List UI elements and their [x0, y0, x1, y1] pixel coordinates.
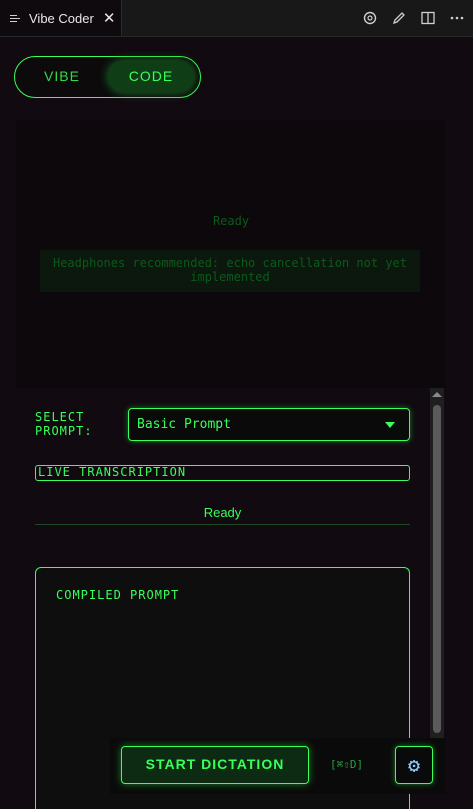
gear-icon: ⚙: [407, 753, 421, 777]
headphones-notice: Headphones recommended: echo cancellatio…: [40, 250, 420, 292]
openai-icon[interactable]: [362, 10, 378, 26]
prompt-select-value: Basic Prompt: [137, 417, 231, 432]
more-icon[interactable]: [449, 10, 465, 26]
scroll-up-icon[interactable]: [432, 392, 442, 397]
select-prompt-label: SELECT PROMPT:: [35, 410, 93, 438]
mode-option-code[interactable]: CODE: [108, 61, 194, 92]
mode-option-vibe[interactable]: VIBE: [23, 61, 101, 92]
visualizer-status: Ready: [212, 214, 250, 228]
audio-visualizer: Ready Headphones recommended: echo cance…: [16, 120, 446, 388]
start-dictation-button[interactable]: START DICTATION: [121, 746, 309, 784]
close-icon[interactable]: ✕: [103, 9, 116, 27]
shortcut-hint: [⌘⇧D]: [330, 758, 364, 771]
prompt-select[interactable]: Basic Prompt: [128, 408, 410, 441]
settings-button[interactable]: ⚙: [395, 746, 433, 784]
transcription-status: Ready: [203, 505, 242, 520]
scrollbar-thumb[interactable]: [433, 405, 441, 733]
compiled-prompt-title: COMPILED PROMPT: [56, 588, 180, 602]
tab-actions: [362, 0, 465, 36]
divider: [35, 524, 410, 525]
tab-title: Vibe Coder: [29, 10, 94, 26]
mode-toggle: VIBE CODE: [14, 56, 201, 98]
edit-icon[interactable]: [391, 10, 407, 26]
live-transcription-box: LIVE TRANSCRIPTION: [35, 465, 410, 481]
list-icon: [10, 14, 22, 22]
split-editor-icon[interactable]: [420, 10, 436, 26]
tab-vibe-coder[interactable]: Vibe Coder ✕: [0, 0, 122, 36]
editor-tab-bar: Vibe Coder ✕: [0, 0, 473, 37]
chevron-down-icon: [385, 422, 395, 428]
